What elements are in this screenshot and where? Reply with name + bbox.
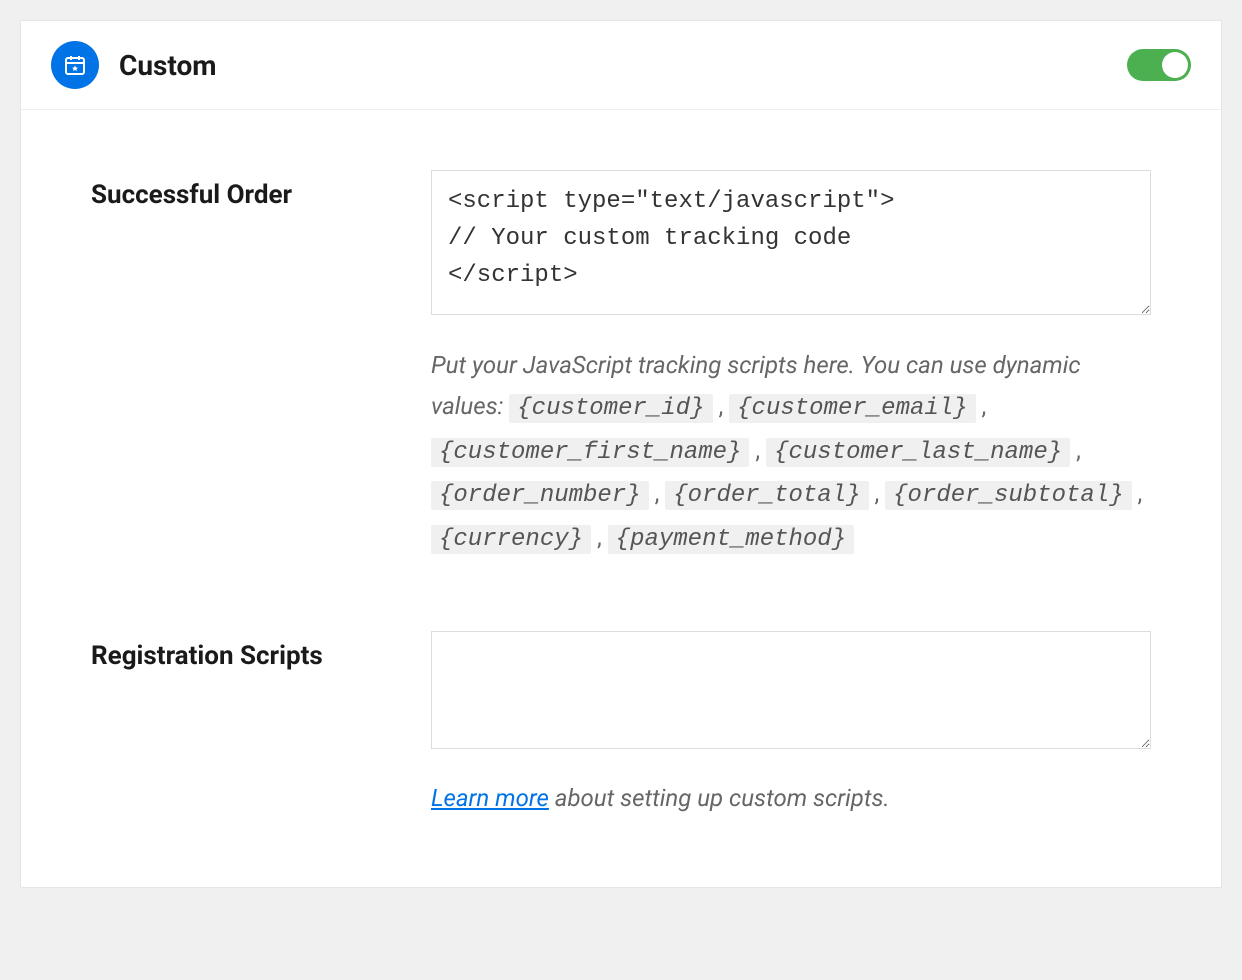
dynamic-token: {customer_id} (509, 394, 712, 423)
calendar-icon (51, 41, 99, 89)
dynamic-tokens-list: {customer_id} , {customer_email} , {cust… (431, 392, 1142, 551)
token-separator: , (976, 392, 987, 420)
dynamic-token: {order_total} (665, 481, 868, 510)
token-separator: , (1070, 436, 1081, 464)
successful-order-help: Put your JavaScript tracking scripts her… (431, 345, 1151, 561)
successful-order-field: Put your JavaScript tracking scripts her… (431, 170, 1151, 561)
dynamic-token: {order_number} (431, 481, 649, 510)
learn-more-link[interactable]: Learn more (431, 784, 549, 812)
token-separator: , (591, 523, 608, 551)
dynamic-token: {customer_last_name} (766, 438, 1070, 467)
panel-body: Successful Order Put your JavaScript tra… (21, 110, 1221, 887)
dynamic-token: {currency} (431, 525, 591, 554)
token-separator: , (749, 436, 766, 464)
successful-order-label: Successful Order (91, 170, 431, 210)
dynamic-token: {order_subtotal} (885, 481, 1131, 510)
token-separator: , (869, 479, 886, 507)
successful-order-row: Successful Order Put your JavaScript tra… (91, 170, 1151, 561)
registration-scripts-help: Learn more about setting up custom scrip… (431, 779, 1151, 817)
learn-more-text: about setting up custom scripts. (549, 784, 890, 812)
registration-scripts-label: Registration Scripts (91, 631, 431, 671)
enable-toggle[interactable] (1127, 49, 1191, 81)
toggle-knob (1162, 52, 1188, 78)
custom-scripts-panel: Custom Successful Order Put your JavaScr… (20, 20, 1222, 888)
token-separator: , (713, 392, 730, 420)
panel-title: Custom (119, 49, 217, 82)
panel-header: Custom (21, 21, 1221, 110)
token-separator: , (1132, 479, 1143, 507)
dynamic-token: {customer_first_name} (431, 438, 749, 467)
registration-scripts-row: Registration Scripts Learn more about se… (91, 631, 1151, 817)
registration-scripts-field: Learn more about setting up custom scrip… (431, 631, 1151, 817)
header-left: Custom (51, 41, 217, 89)
successful-order-textarea[interactable] (431, 170, 1151, 315)
dynamic-token: {customer_email} (729, 394, 975, 423)
registration-scripts-textarea[interactable] (431, 631, 1151, 749)
dynamic-token: {payment_method} (608, 525, 854, 554)
token-separator: , (649, 479, 666, 507)
